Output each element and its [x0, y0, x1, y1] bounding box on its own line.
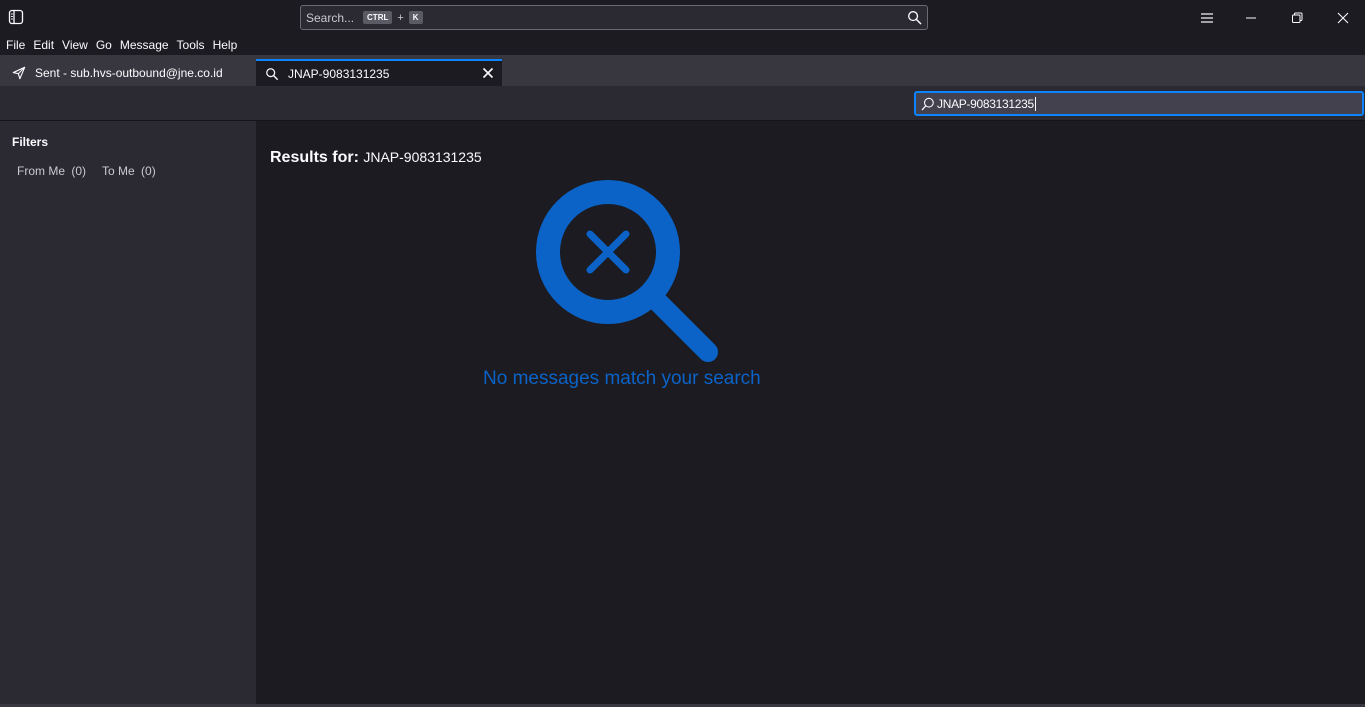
- filters-title: Filters: [12, 135, 49, 149]
- paper-plane-icon: [12, 66, 26, 80]
- filter-to-me-label: To Me: [102, 164, 135, 178]
- no-results-message: No messages match your search: [483, 368, 761, 389]
- close-tab-icon[interactable]: [482, 67, 494, 79]
- search-icon[interactable]: [907, 10, 922, 25]
- search-icon: [265, 67, 279, 81]
- tab-search-results[interactable]: JNAP-9083131235: [256, 59, 502, 86]
- menu-tools[interactable]: Tools: [177, 38, 205, 52]
- quick-filter-search-input[interactable]: JNAP-9083131235: [914, 91, 1364, 116]
- results-heading: Results for: JNAP-9083131235: [270, 149, 482, 167]
- title-bar: Search... CTRL + K: [0, 0, 1365, 35]
- restore-icon[interactable]: [1274, 0, 1320, 35]
- minimize-icon[interactable]: [1228, 0, 1274, 35]
- no-results-magnifier-icon: [534, 178, 724, 368]
- results-prefix: Results for:: [270, 149, 359, 166]
- filter-to-me[interactable]: To Me (0): [102, 164, 156, 178]
- tab-search-label: JNAP-9083131235: [288, 66, 390, 81]
- menu-view[interactable]: View: [62, 38, 88, 52]
- search-icon: [921, 97, 935, 111]
- close-icon[interactable]: [1320, 0, 1365, 35]
- shortcut-plus: +: [397, 11, 404, 24]
- tab-sent-label: Sent - sub.hvs-outbound@jne.co.id: [35, 65, 223, 80]
- sidebar-toggle-icon[interactable]: [7, 8, 25, 26]
- search-toolbar: JNAP-9083131235: [0, 86, 1365, 121]
- tab-bar: Sent - sub.hvs-outbound@jne.co.id JNAP-9…: [0, 55, 1365, 86]
- search-results-pane: Results for: JNAP-9083131235 No messages…: [256, 121, 1365, 704]
- filter-from-me-count: (0): [71, 164, 87, 178]
- shortcut-ctrl-key: CTRL: [363, 11, 393, 24]
- global-search-input[interactable]: Search... CTRL + K: [300, 5, 928, 30]
- hamburger-menu-icon[interactable]: [1184, 0, 1230, 35]
- text-caret: [1034, 96, 1036, 111]
- filters-sidebar: Filters From Me (0) To Me (0): [0, 121, 256, 704]
- menu-edit[interactable]: Edit: [33, 38, 54, 52]
- menu-file[interactable]: File: [6, 38, 25, 52]
- results-query: JNAP-9083131235: [363, 149, 482, 165]
- shortcut-k-key: K: [408, 11, 423, 24]
- quick-filter-value: JNAP-9083131235: [937, 96, 1034, 111]
- filter-from-me[interactable]: From Me (0): [17, 164, 86, 178]
- tab-sent[interactable]: Sent - sub.hvs-outbound@jne.co.id: [0, 59, 256, 86]
- menu-help[interactable]: Help: [213, 38, 238, 52]
- filter-from-me-label: From Me: [17, 164, 65, 178]
- global-search-placeholder: Search...: [306, 10, 355, 25]
- menu-bar: File Edit View Go Message Tools Help: [0, 35, 1365, 55]
- menu-message[interactable]: Message: [120, 38, 169, 52]
- menu-go[interactable]: Go: [96, 38, 112, 52]
- filter-to-me-count: (0): [141, 164, 156, 178]
